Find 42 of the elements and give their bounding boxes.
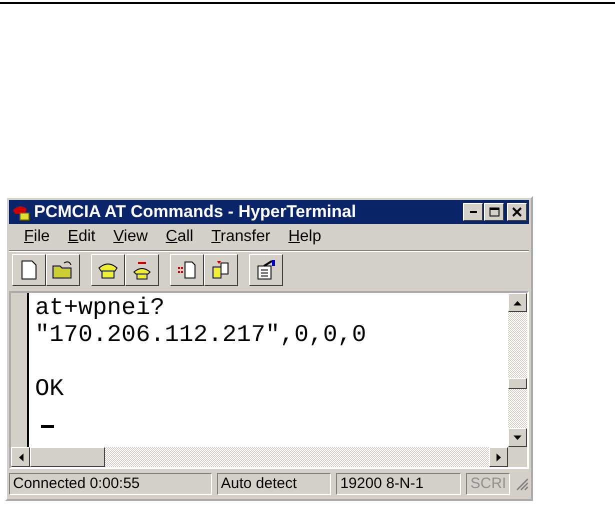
toolbar-button[interactable] — [12, 254, 46, 286]
terminal-line: at+wpnei? — [35, 295, 165, 322]
status-panel: 19200 8-N-1 — [336, 473, 462, 495]
status-panel: SCRI — [466, 473, 510, 495]
toolbar-button[interactable] — [204, 254, 238, 286]
scroll-thumb[interactable] — [30, 447, 105, 467]
scroll-down-button[interactable] — [508, 428, 527, 447]
minimize-button[interactable] — [463, 203, 483, 221]
maximize-icon — [488, 207, 500, 217]
scroll-right-button[interactable] — [489, 447, 508, 467]
toolbar-button[interactable] — [91, 254, 125, 286]
status-panel: Connected 0:00:55 — [9, 473, 212, 495]
menu-item[interactable]: File — [15, 228, 59, 246]
status-panel: Auto detect — [216, 473, 332, 495]
toolbar-button[interactable] — [46, 254, 80, 286]
terminal-line: OK — [35, 376, 64, 403]
scrollbar-corner — [508, 447, 527, 467]
horizontal-scrollbar[interactable] — [11, 447, 508, 467]
scroll-up-button[interactable] — [508, 293, 527, 312]
maximize-button[interactable] — [484, 203, 504, 221]
menu-item[interactable]: Edit — [58, 228, 104, 246]
resize-grip-icon — [515, 477, 529, 491]
scroll-left-button[interactable] — [11, 447, 30, 467]
toolbar-button[interactable] — [249, 254, 283, 286]
right-arrow-icon — [496, 452, 502, 462]
down-arrow-icon — [513, 434, 522, 440]
vertical-scrollbar[interactable] — [508, 293, 527, 447]
left-arrow-icon — [18, 452, 24, 462]
menu-item[interactable]: Call — [156, 228, 202, 246]
close-icon — [512, 207, 522, 217]
terminal-line: "170.206.112.217",0,0,0 — [35, 322, 366, 349]
menu-item[interactable]: Transfer — [202, 228, 280, 246]
phone-icon — [11, 203, 31, 221]
menu-item[interactable]: View — [104, 228, 157, 246]
minimize-icon — [470, 211, 476, 213]
scroll-thumb[interactable] — [508, 378, 527, 389]
toolbar-button[interactable] — [125, 254, 159, 286]
menu-item[interactable]: Help — [279, 228, 330, 246]
toolbar-button[interactable] — [170, 254, 204, 286]
up-arrow-icon — [513, 300, 522, 306]
window-title: PCMCIA AT Commands - HyperTerminal — [34, 202, 358, 222]
close-button[interactable] — [507, 203, 527, 221]
